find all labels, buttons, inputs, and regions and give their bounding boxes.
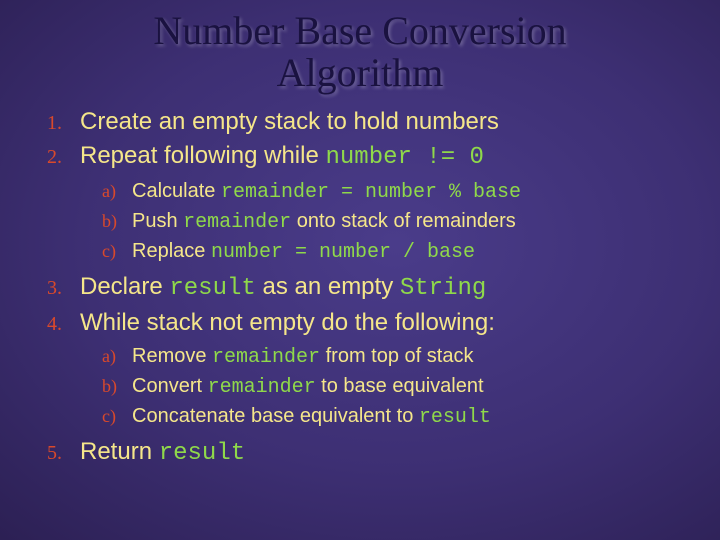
text-part: Repeat following while xyxy=(80,142,325,169)
text-part: Return xyxy=(80,438,159,465)
substep-letter: a) xyxy=(102,344,132,369)
text-part: Convert xyxy=(132,375,208,397)
text-part: as an empty xyxy=(256,273,400,300)
substep-2a: a) Calculate remainder = number % base xyxy=(102,177,690,207)
step-number: 1. xyxy=(30,110,80,137)
step-text: Return result xyxy=(80,436,690,470)
step-4: 4. While stack not empty do the followin… xyxy=(30,307,690,339)
step-4-substeps: a) Remove remainder from top of stack b)… xyxy=(30,342,690,432)
step-1: 1. Create an empty stack to hold numbers xyxy=(30,106,690,138)
code-span: remainder = number % base xyxy=(221,181,521,204)
code-span: number != 0 xyxy=(325,144,483,171)
slide-body: 1. Create an empty stack to hold numbers… xyxy=(0,94,720,470)
substep-text: Calculate remainder = number % base xyxy=(132,177,690,207)
text-part: Calculate xyxy=(132,180,221,202)
title-line-2: Algorithm xyxy=(277,50,444,95)
substep-letter: b) xyxy=(102,374,132,399)
step-3: 3. Declare result as an empty String xyxy=(30,271,690,305)
substep-text: Replace number = number / base xyxy=(132,237,690,267)
step-number: 3. xyxy=(30,275,80,302)
substep-text: Push remainder onto stack of remainders xyxy=(132,207,690,237)
code-span: remainder xyxy=(212,346,320,369)
text-part: onto stack of remainders xyxy=(291,210,516,232)
code-span: result xyxy=(169,275,255,302)
text-part: Push xyxy=(132,210,183,232)
code-span: number = number / base xyxy=(211,241,475,264)
text-part: from top of stack xyxy=(320,345,473,367)
substep-text: Remove remainder from top of stack xyxy=(132,342,690,372)
text-part: Remove xyxy=(132,345,212,367)
text-part: Replace xyxy=(132,240,211,262)
step-2-substeps: a) Calculate remainder = number % base b… xyxy=(30,177,690,267)
substep-letter: a) xyxy=(102,179,132,204)
substep-4a: a) Remove remainder from top of stack xyxy=(102,342,690,372)
title-line-1: Number Base Conversion xyxy=(153,8,566,53)
step-number: 5. xyxy=(30,440,80,467)
code-span: result xyxy=(419,406,491,429)
substep-4c: c) Concatenate base equivalent to result xyxy=(102,402,690,432)
step-text: Create an empty stack to hold numbers xyxy=(80,106,690,138)
text-part: Declare xyxy=(80,273,169,300)
text-part: Concatenate base equivalent to xyxy=(132,405,419,427)
step-2: 2. Repeat following while number != 0 xyxy=(30,140,690,174)
substep-2c: c) Replace number = number / base xyxy=(102,237,690,267)
substep-letter: c) xyxy=(102,239,132,264)
substep-4b: b) Convert remainder to base equivalent xyxy=(102,372,690,402)
substep-text: Concatenate base equivalent to result xyxy=(132,402,690,432)
substep-letter: b) xyxy=(102,209,132,234)
step-text: Repeat following while number != 0 xyxy=(80,140,690,174)
text-part: to base equivalent xyxy=(316,375,484,397)
step-5: 5. Return result xyxy=(30,436,690,470)
slide-title: Number Base Conversion Algorithm xyxy=(0,0,720,94)
step-text: Declare result as an empty String xyxy=(80,271,690,305)
substep-letter: c) xyxy=(102,404,132,429)
code-span: String xyxy=(400,275,486,302)
substep-2b: b) Push remainder onto stack of remainde… xyxy=(102,207,690,237)
step-number: 2. xyxy=(30,144,80,171)
code-span: remainder xyxy=(208,376,316,399)
step-number: 4. xyxy=(30,311,80,338)
code-span: remainder xyxy=(183,211,291,234)
code-span: result xyxy=(159,440,245,467)
step-text: While stack not empty do the following: xyxy=(80,307,690,339)
substep-text: Convert remainder to base equivalent xyxy=(132,372,690,402)
